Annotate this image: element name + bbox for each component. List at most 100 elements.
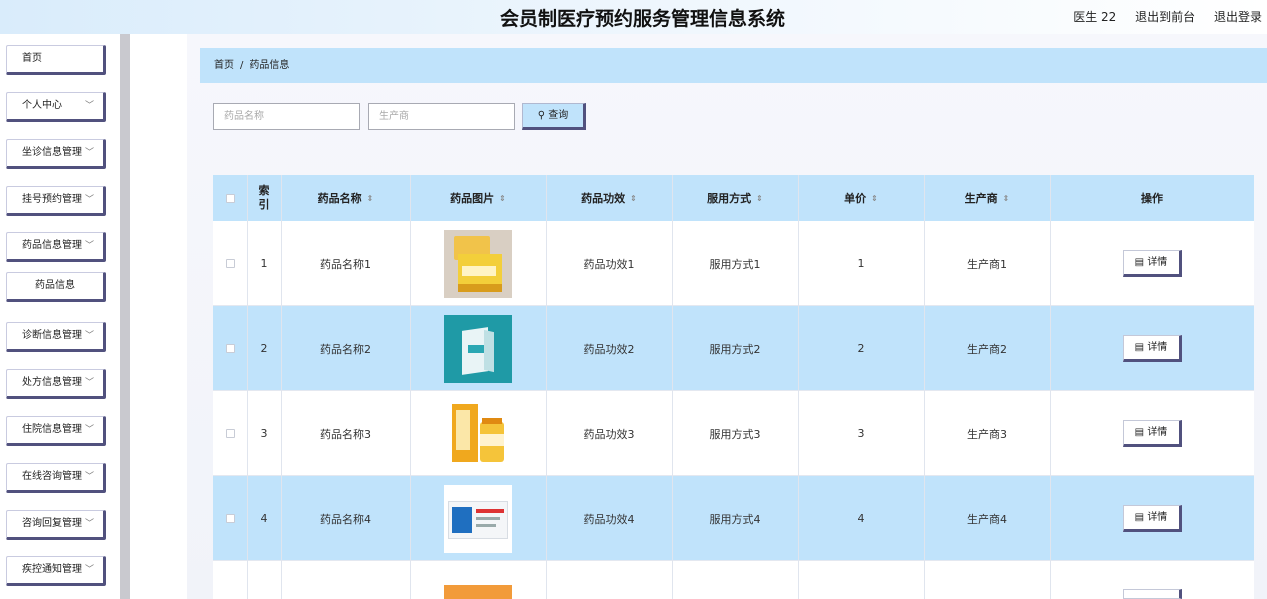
header-links: 医生 22 退出到前台 退出登录	[1058, 8, 1262, 25]
sidebar-item-label: 药品信息	[35, 280, 75, 291]
select-all-cell	[213, 175, 247, 221]
row-select-cell	[213, 391, 247, 476]
sidebar-item-notice[interactable]: 疾控通知管理 ﹀	[6, 556, 106, 586]
search-button-label: 查询	[548, 110, 569, 121]
sidebar-item-home[interactable]: 首页	[6, 45, 106, 75]
placeholder-text: 生产商	[379, 111, 409, 122]
row-maker: 生产商1	[967, 257, 1007, 271]
col-index: 索引	[247, 175, 281, 221]
row-select-cell	[213, 306, 247, 391]
row-usage: 服用方式4	[709, 512, 761, 526]
table-row: 1 药品名称1 药品功效1 服用方式1 1 生产商1 ▤ 详情	[213, 221, 1254, 306]
sort-icon[interactable]: ⇕	[871, 194, 878, 203]
document-icon: ▤	[1134, 342, 1145, 353]
sort-icon[interactable]: ⇕	[367, 194, 374, 203]
medicine-table: 索引 药品名称 ⇕ 药品图片 ⇕ 药品功效 ⇕ 服用方式 ⇕ 单价 ⇕ 生产商 ⇕ 操作	[213, 175, 1254, 599]
select-all-checkbox[interactable]	[225, 193, 235, 203]
sidebar-item-hospitalization[interactable]: 住院信息管理 ﹀	[6, 416, 106, 446]
sidebar-item-personal[interactable]: 个人中心 ﹀	[6, 92, 106, 122]
breadcrumb-home[interactable]: 首页	[214, 60, 234, 71]
row-checkbox[interactable]	[225, 514, 235, 523]
medicine-image	[444, 585, 512, 599]
sidebar-scrollbar[interactable]	[120, 34, 130, 599]
row-price: 1	[857, 257, 865, 270]
sort-icon[interactable]: ⇕	[499, 194, 506, 203]
breadcrumb: 首页 / 药品信息	[200, 48, 1267, 83]
row-action-cell: ▤ 详情	[1050, 391, 1254, 476]
medicine-image	[444, 229, 512, 298]
sidebar-item-prescription[interactable]: 处方信息管理 ﹀	[6, 369, 106, 399]
table-header: 索引 药品名称 ⇕ 药品图片 ⇕ 药品功效 ⇕ 服用方式 ⇕ 单价 ⇕ 生产商 ⇕ 操作	[213, 175, 1254, 221]
document-icon: ▤	[1134, 257, 1145, 268]
sidebar-item-registration[interactable]: 挂号预约管理 ﹀	[6, 186, 106, 216]
sort-icon[interactable]: ⇕	[1003, 194, 1010, 203]
row-image-cell	[410, 306, 546, 391]
sidebar-item-diagnosis[interactable]: 诊断信息管理 ﹀	[6, 322, 106, 352]
row-select-cell	[213, 221, 247, 306]
chevron-down-icon: ﹀	[84, 241, 94, 251]
sidebar-item-label: 药品信息管理	[22, 240, 82, 251]
col-usage[interactable]: 服用方式 ⇕	[672, 175, 798, 221]
row-price: 4	[857, 512, 865, 525]
sidebar-item-label: 在线咨询管理	[22, 471, 82, 482]
sidebar-item-label: 个人中心	[22, 100, 62, 111]
search-icon: ⚲	[537, 110, 546, 121]
logout-link[interactable]: 退出登录	[1214, 10, 1262, 24]
chevron-down-icon: ﹀	[84, 195, 94, 205]
sidebar-item-duty[interactable]: 坐诊信息管理 ﹀	[6, 139, 106, 169]
row-effect: 药品功效4	[583, 512, 635, 526]
row-usage: 服用方式3	[709, 427, 761, 441]
grid-line	[798, 175, 799, 599]
sidebar-subitem-medicine[interactable]: 药品信息	[6, 272, 106, 302]
row-index: 3	[260, 427, 268, 440]
col-effect[interactable]: 药品功效 ⇕	[546, 175, 672, 221]
detail-button[interactable]: ▤ 详情	[1122, 335, 1182, 362]
row-checkbox[interactable]	[225, 429, 235, 438]
sidebar-item-reply[interactable]: 咨询回复管理 ﹀	[6, 510, 106, 540]
table-row: 2 药品名称2 药品功效2 服用方式2 2 生产商2 ▤ 详情	[213, 306, 1254, 391]
breadcrumb-separator: /	[240, 60, 244, 71]
row-price: 3	[857, 427, 865, 440]
row-effect: 药品功效3	[583, 427, 635, 441]
sort-icon[interactable]: ⇕	[630, 194, 637, 203]
row-name: 药品名称4	[320, 512, 371, 526]
detail-button-label: 详情	[1147, 257, 1168, 268]
col-maker[interactable]: 生产商 ⇕	[924, 175, 1050, 221]
col-name-label: 药品名称	[317, 192, 362, 205]
sort-icon[interactable]: ⇕	[756, 194, 763, 203]
grid-line	[546, 175, 547, 599]
detail-button[interactable]	[1123, 589, 1182, 599]
sidebar-item-label: 疾控通知管理	[22, 564, 82, 575]
col-price-label: 单价	[844, 192, 867, 205]
exit-to-front-link[interactable]: 退出到前台	[1135, 10, 1195, 24]
detail-button[interactable]: ▤ 详情	[1122, 505, 1182, 532]
sidebar-item-label: 挂号预约管理	[22, 194, 82, 205]
row-index: 4	[260, 512, 268, 525]
detail-button[interactable]: ▤ 详情	[1122, 250, 1182, 277]
chevron-down-icon: ﹀	[84, 331, 94, 341]
row-image-cell	[410, 221, 546, 306]
row-checkbox[interactable]	[225, 259, 235, 268]
manufacturer-input[interactable]: 生产商	[368, 103, 515, 130]
main-content: 首页 / 药品信息 药品名称 生产商 ⚲ 查询 索引 药品名称 ⇕ 药品图片 ⇕ 药品功…	[187, 34, 1267, 599]
chevron-down-icon: ﹀	[84, 101, 94, 111]
detail-button-label: 详情	[1147, 342, 1168, 353]
row-name: 药品名称3	[320, 427, 371, 441]
search-button[interactable]: ⚲ 查询	[522, 103, 586, 130]
medicine-name-input[interactable]: 药品名称	[213, 103, 360, 130]
col-price[interactable]: 单价 ⇕	[798, 175, 924, 221]
sidebar-item-label: 住院信息管理	[22, 424, 82, 435]
row-usage: 服用方式1	[709, 257, 761, 271]
sidebar-item-label: 首页	[22, 53, 42, 64]
detail-button[interactable]: ▤ 详情	[1122, 420, 1182, 447]
col-image[interactable]: 药品图片 ⇕	[410, 175, 546, 221]
chevron-down-icon: ﹀	[84, 472, 94, 482]
col-name[interactable]: 药品名称 ⇕	[281, 175, 410, 221]
row-index: 1	[260, 257, 268, 270]
row-checkbox[interactable]	[225, 344, 235, 353]
col-index-label: 索引	[258, 184, 270, 211]
row-effect: 药品功效1	[583, 257, 635, 271]
sidebar-item-medicine-mgmt[interactable]: 药品信息管理 ﹀	[6, 232, 106, 262]
sidebar-item-consult[interactable]: 在线咨询管理 ﹀	[6, 463, 106, 493]
row-maker: 生产商2	[967, 342, 1007, 356]
